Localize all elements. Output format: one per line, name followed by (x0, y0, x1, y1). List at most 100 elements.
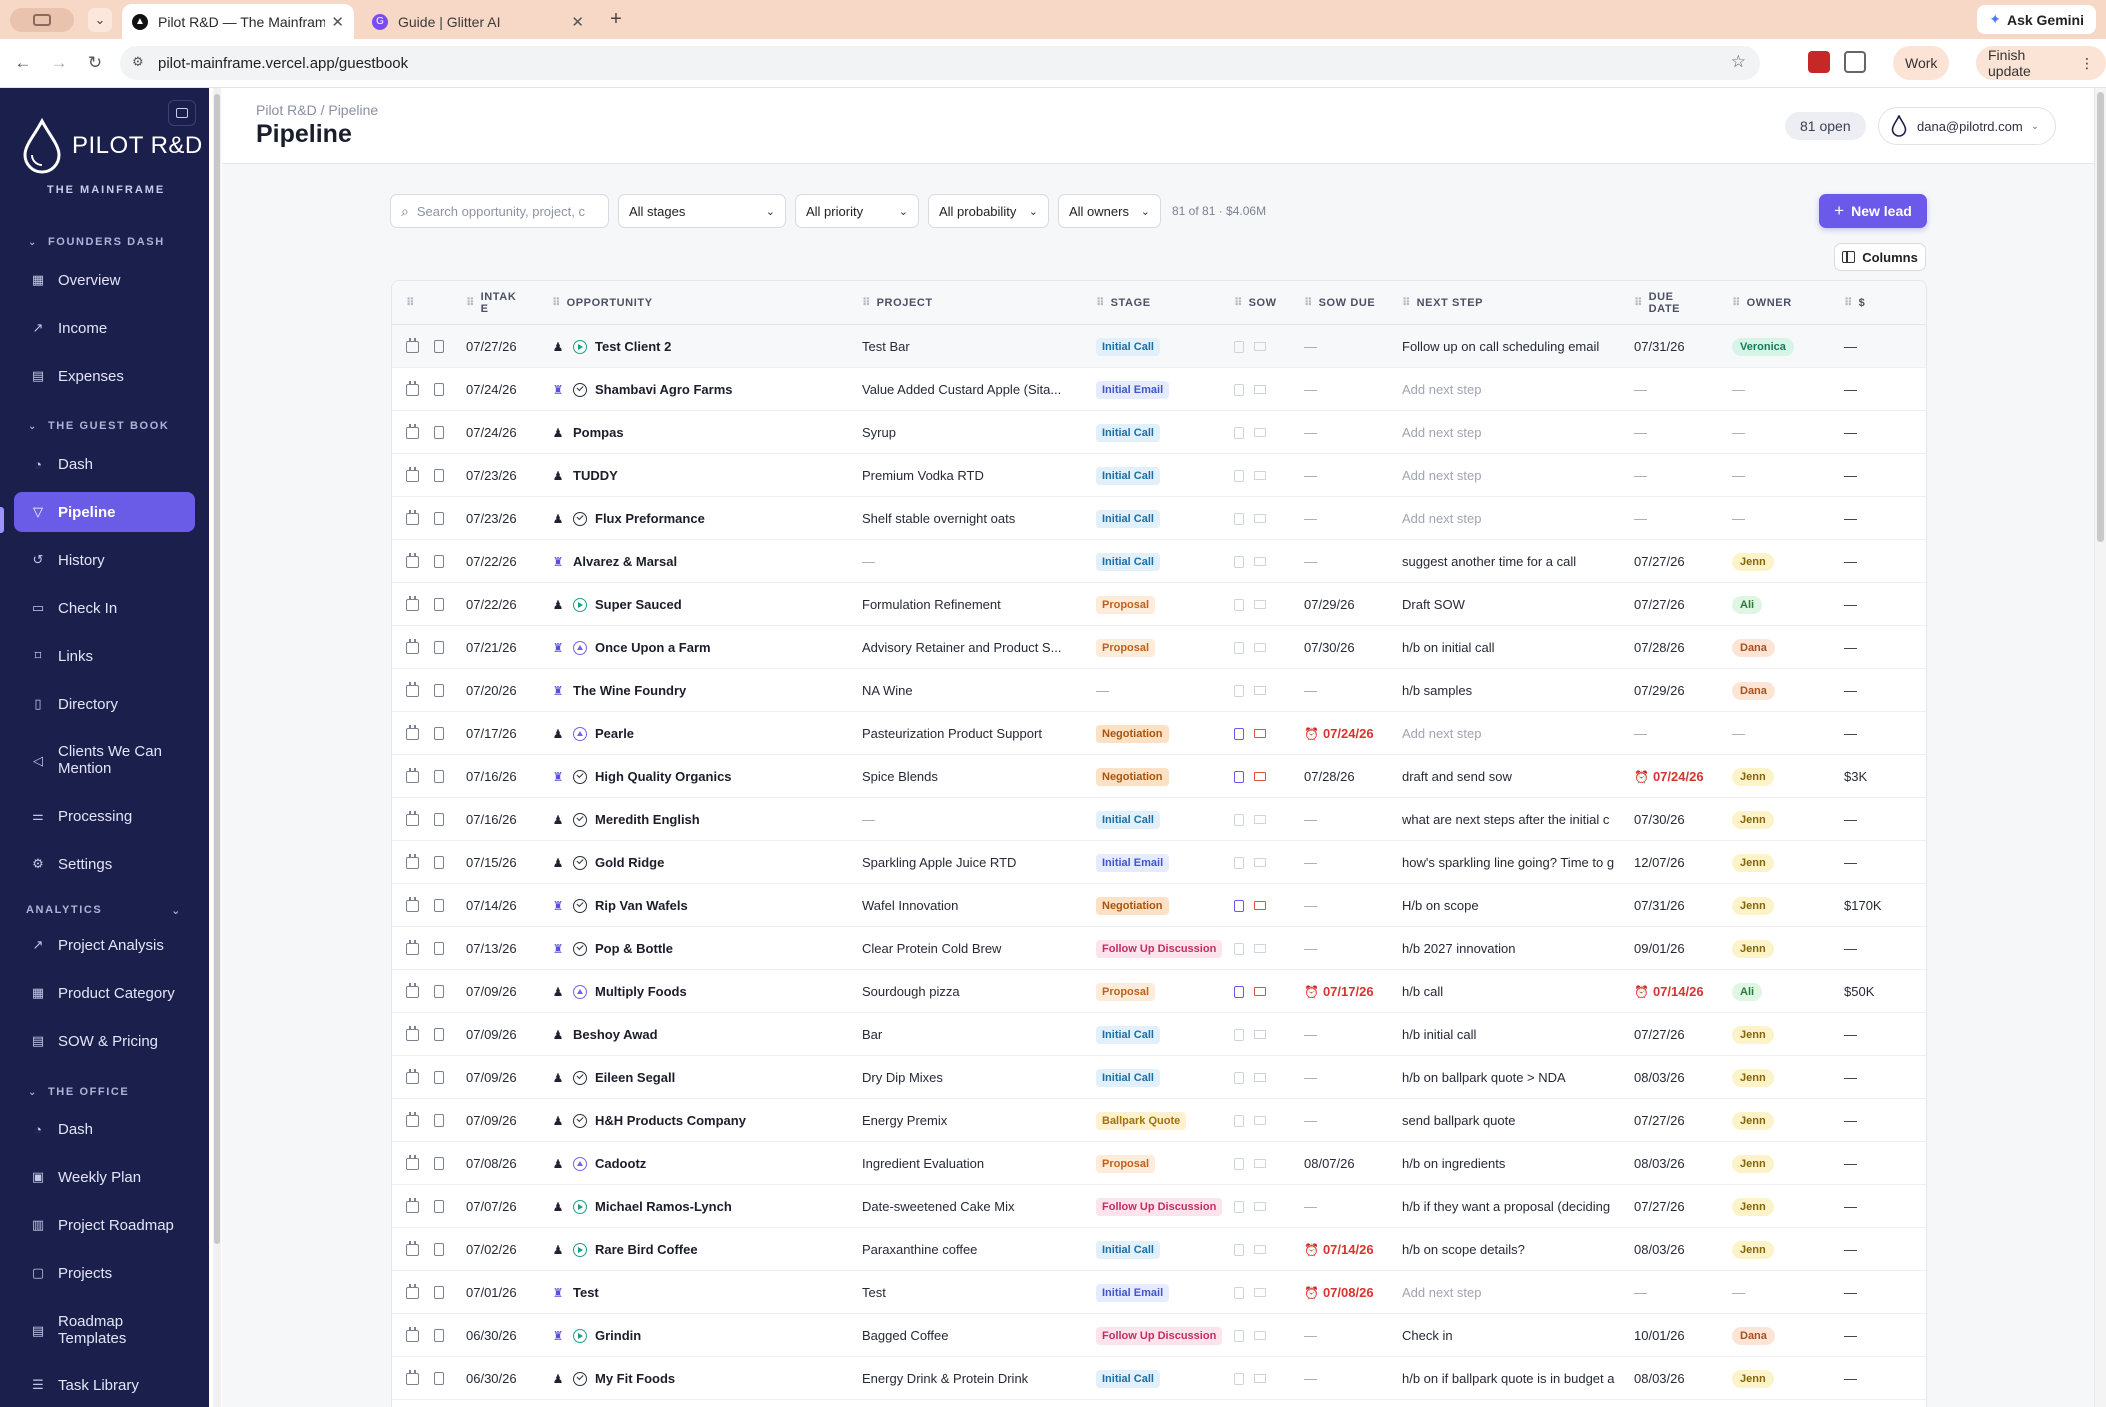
next-step[interactable]: how's sparkling line going? Time to g (1402, 841, 1620, 884)
opportunity-cell[interactable]: ♟ Gold Ridge (552, 841, 852, 884)
drag-handle-icon[interactable]: ⠿ (862, 297, 871, 309)
sow-document-icon[interactable] (1234, 1157, 1244, 1170)
next-step[interactable]: h/b 2027 innovation (1402, 927, 1620, 970)
sow-email-icon[interactable] (1254, 471, 1266, 480)
breadcrumb[interactable]: Pilot R&D / Pipeline (256, 102, 378, 118)
open-notes-button[interactable] (434, 497, 444, 540)
sow-email-icon[interactable] (1254, 729, 1266, 738)
sow-email-icon[interactable] (1254, 1202, 1266, 1211)
col-amount[interactable]: ⠿ $ (1844, 281, 1865, 325)
log-activity-button[interactable] (406, 325, 419, 368)
sow-cell[interactable] (1234, 841, 1266, 884)
columns-button[interactable]: Columns (1834, 243, 1926, 271)
scrollbar-thumb[interactable] (2097, 92, 2104, 542)
project-name[interactable]: Dry Dip Mixes (862, 1056, 1082, 1099)
sow-document-icon[interactable] (1234, 942, 1244, 955)
new-lead-button[interactable]: + New lead (1819, 194, 1927, 228)
sow-email-icon[interactable] (1254, 815, 1266, 824)
stage-cell[interactable]: Initial Call (1096, 497, 1160, 540)
sow-email-icon[interactable] (1254, 1288, 1266, 1297)
col-sow[interactable]: ⠿ SOW (1234, 281, 1277, 325)
scrollbar-thumb[interactable] (214, 94, 220, 1244)
open-notes-button[interactable] (434, 1056, 444, 1099)
sow-email-icon[interactable] (1254, 1116, 1266, 1125)
address-bar[interactable]: ⚙ pilot-mainframe.vercel.app/guestbook ☆ (120, 46, 1760, 80)
close-tab-icon[interactable]: ✕ (331, 13, 344, 31)
stage-cell[interactable]: Initial Call (1096, 1357, 1160, 1400)
next-step[interactable]: Follow up on call scheduling email (1402, 325, 1620, 368)
table-row[interactable]: 07/20/26 ♜ The Wine Foundry NA Wine — — h/b sa… (392, 669, 1926, 712)
sow-cell[interactable] (1234, 1142, 1266, 1185)
drag-handle-icon[interactable]: ⠿ (466, 297, 475, 309)
open-notes-button[interactable] (434, 755, 444, 798)
tab-search-button[interactable]: ⌄ (88, 8, 112, 32)
sidebar-item-income[interactable]: ↗ Income (14, 308, 195, 348)
sow-email-icon[interactable] (1254, 1030, 1266, 1039)
project-name[interactable]: Advisory Retainer and Product S... (862, 626, 1082, 669)
next-step[interactable]: h/b on if ballpark quote is in budget a (1402, 1357, 1620, 1400)
opportunity-cell[interactable]: ♜ Rip Van Wafels (552, 884, 852, 927)
table-row[interactable]: 07/09/26 ♟ Eileen Segall Dry Dip Mixes Initi… (392, 1056, 1926, 1099)
next-step[interactable]: h/b on initial call (1402, 626, 1620, 669)
sow-document-icon[interactable] (1234, 555, 1244, 568)
col-sow-due[interactable]: ⠿ SOW DUE (1304, 281, 1375, 325)
section-founders-dash[interactable]: ⌄ FOUNDERS DASH (28, 236, 165, 248)
section-guest-book[interactable]: ⌄ THE GUEST BOOK (28, 420, 169, 432)
tab-glitter-guide[interactable]: G Guide | Glitter AI ✕ (362, 4, 594, 39)
drag-handle-icon[interactable]: ⠿ (1634, 297, 1643, 309)
sow-document-icon[interactable] (1234, 383, 1244, 396)
table-row[interactable]: 06/30/26 ♜ Grindin Bagged Coffee Follow Up D… (392, 1314, 1926, 1357)
probability-filter-select[interactable]: All probability ⌄ (928, 194, 1049, 228)
log-activity-button[interactable] (406, 1142, 419, 1185)
extension-icon[interactable] (1808, 51, 1830, 73)
open-notes-button[interactable] (434, 540, 444, 583)
open-notes-button[interactable] (434, 970, 444, 1013)
sidebar-item-office-dash[interactable]: ◔ Dash (14, 1109, 195, 1149)
opportunity-cell[interactable]: ♟ Eileen Segall (552, 1056, 852, 1099)
project-name[interactable]: Test Bar (862, 325, 1082, 368)
reload-icon[interactable]: ↻ (84, 52, 106, 74)
log-activity-button[interactable] (406, 411, 419, 454)
table-row[interactable]: 07/16/26 ♟ Meredith English — Initial Call — w… (392, 798, 1926, 841)
sow-email-icon[interactable] (1254, 944, 1266, 953)
log-activity-button[interactable] (406, 1185, 419, 1228)
sow-email-icon[interactable] (1254, 1374, 1266, 1383)
opportunity-cell[interactable]: ♜ Grindin (552, 1314, 852, 1357)
project-name[interactable]: Shelf stable overnight oats (862, 497, 1082, 540)
stage-cell[interactable]: Negotiation (1096, 712, 1169, 755)
sidebar-item-roadmap-templates[interactable]: ▤ Roadmap Templates (14, 1308, 195, 1352)
sow-document-icon[interactable] (1234, 899, 1244, 912)
open-notes-button[interactable] (434, 841, 444, 884)
opportunity-cell[interactable]: ♟ Meredith English (552, 798, 852, 841)
sidebar-item-expenses[interactable]: ▤ Expenses (14, 356, 195, 396)
sow-cell[interactable] (1234, 626, 1266, 669)
project-name[interactable]: NA Wine (862, 669, 1082, 712)
sow-document-icon[interactable] (1234, 1028, 1244, 1041)
drag-handle-icon[interactable]: ⠿ (1304, 297, 1313, 309)
sow-document-icon[interactable] (1234, 727, 1244, 740)
sow-email-icon[interactable] (1254, 1245, 1266, 1254)
sow-document-icon[interactable] (1234, 1200, 1244, 1213)
project-name[interactable]: Syrup (862, 411, 1082, 454)
log-activity-button[interactable] (406, 927, 419, 970)
project-name[interactable]: Ingredient Evaluation (862, 1142, 1082, 1185)
open-notes-button[interactable] (434, 1185, 444, 1228)
open-notes-button[interactable] (434, 669, 444, 712)
sow-cell[interactable] (1234, 540, 1266, 583)
stage-cell[interactable]: Ballpark Quote (1096, 1099, 1187, 1142)
next-step[interactable]: h/b on ballpark quote > NDA (1402, 1056, 1620, 1099)
log-activity-button[interactable] (406, 1099, 419, 1142)
next-step[interactable]: h/b samples (1402, 669, 1620, 712)
sow-email-icon[interactable] (1254, 858, 1266, 867)
owner-cell[interactable]: Jenn (1732, 798, 1774, 841)
sidebar-item-settings[interactable]: ⚙ Settings (14, 844, 195, 884)
stage-cell[interactable]: Initial Call (1096, 454, 1160, 497)
sow-document-icon[interactable] (1234, 1372, 1244, 1385)
stage-cell[interactable]: Initial Call (1096, 1056, 1160, 1099)
owner-cell[interactable]: Ali (1732, 583, 1763, 626)
next-step[interactable]: Add next step (1402, 497, 1620, 540)
log-activity-button[interactable] (406, 1314, 419, 1357)
log-activity-button[interactable] (406, 1228, 419, 1271)
owner-cell[interactable]: Jenn (1732, 927, 1774, 970)
ask-gemini-button[interactable]: ✦ Ask Gemini (1977, 5, 2096, 34)
